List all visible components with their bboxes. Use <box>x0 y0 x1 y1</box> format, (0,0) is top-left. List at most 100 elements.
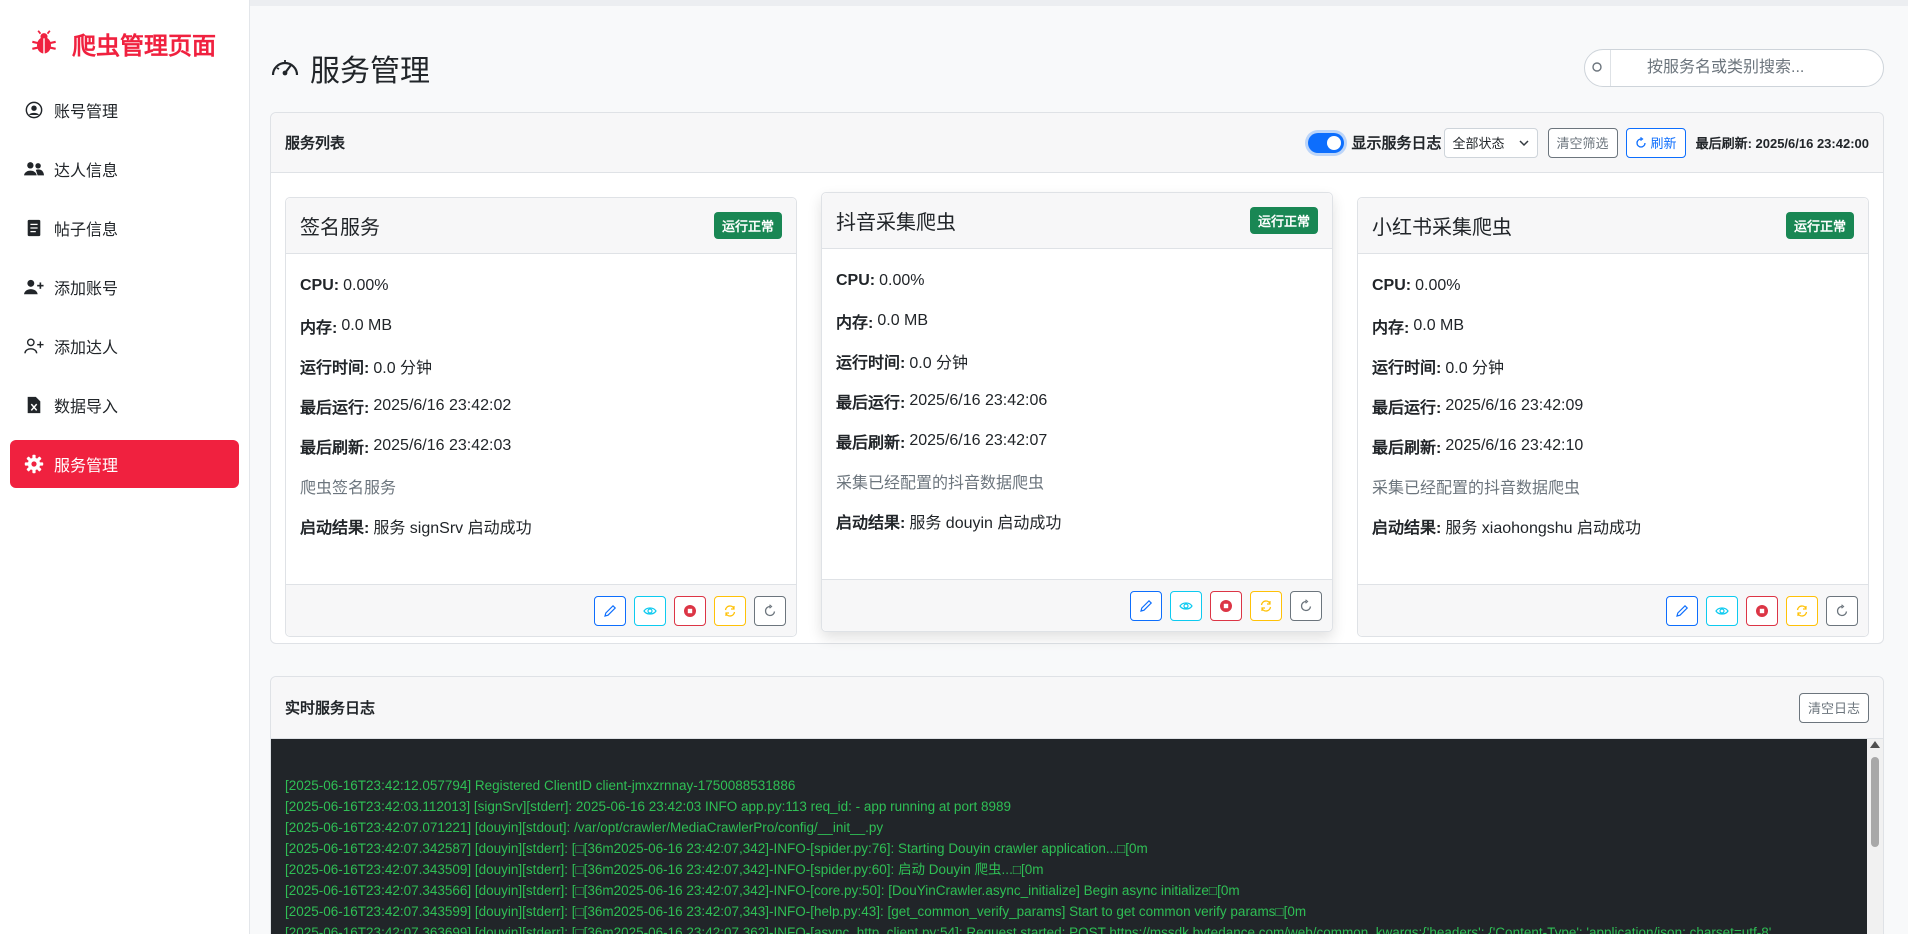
last-refresh-label: 最后刷新: <box>836 435 906 452</box>
view-button[interactable] <box>1706 595 1738 626</box>
last-run-label: 最后运行: <box>836 395 906 412</box>
last-run-value: 2025/6/16 23:42:09 <box>1445 397 1584 414</box>
stop-button[interactable] <box>674 595 706 626</box>
memory-label: 内存: <box>300 320 338 337</box>
reload-button[interactable] <box>754 595 786 626</box>
sidebar-item-label: 数据导入 <box>54 399 119 416</box>
sidebar-item-influencers[interactable]: 达人信息 <box>10 145 239 193</box>
view-button[interactable] <box>1170 590 1202 621</box>
uptime-value: 0.0 分钟 <box>373 360 433 377</box>
sidebar-item-label: 服务管理 <box>54 458 119 475</box>
pencil-icon <box>604 604 617 617</box>
sidebar-item-posts[interactable]: 帖子信息 <box>10 204 239 252</box>
bug-icon <box>32 30 56 54</box>
pencil-icon <box>1676 604 1689 617</box>
last-run-value: 2025/6/16 23:42:02 <box>373 397 512 414</box>
last-run-row: 最后运行: 2025/6/16 23:42:06 <box>836 381 1318 421</box>
start-result-row: 启动结果: 服务 douyin 启动成功 <box>836 501 1318 541</box>
service-name: 签名服务 <box>300 217 380 239</box>
restart-button[interactable] <box>1250 590 1282 621</box>
start-result-value: 服务 douyin 启动成功 <box>909 515 1062 532</box>
status-filter-value: 全部状态 <box>1452 136 1505 151</box>
stop-button[interactable] <box>1746 595 1778 626</box>
status-badge: 运行正常 <box>1249 207 1318 234</box>
reload-icon <box>764 603 776 616</box>
show-logs-label: 显示服务日志 <box>1351 135 1442 152</box>
last-refresh-label: 最后刷新: <box>300 440 370 457</box>
memory-value: 0.0 MB <box>341 317 393 334</box>
logs-panel-header: 实时服务日志 清空日志 <box>271 677 1883 739</box>
sidebar-item-label: 达人信息 <box>54 163 119 180</box>
uptime-row: 运行时间: 0.0 分钟 <box>1372 346 1854 386</box>
reload-button[interactable] <box>1826 595 1858 626</box>
log-scrollbar[interactable] <box>1867 739 1883 934</box>
search-input[interactable] <box>1611 50 1883 86</box>
last-run-row: 最后运行: 2025/6/16 23:42:09 <box>1372 386 1854 426</box>
sidebar-item-accounts[interactable]: 账号管理 <box>10 86 239 134</box>
search-box <box>1584 49 1884 87</box>
log-output[interactable]: [2025-06-16T23:42:12.057794] Registered … <box>271 739 1883 934</box>
stop-button[interactable] <box>1210 590 1242 621</box>
service-card-actions <box>1358 584 1868 636</box>
edit-button[interactable] <box>1666 595 1698 626</box>
service-card-header: 抖音采集爬虫 运行正常 <box>822 193 1332 249</box>
cpu-row: CPU: 0.00% <box>300 266 782 306</box>
service-card-body: CPU: 0.00% 内存: 0.0 MB 运行时间: 0.0 分钟 最后运行: 202… <box>822 249 1332 541</box>
last-refresh-row: 最后刷新: 2025/6/16 23:42:03 <box>300 426 782 466</box>
scrollbar-thumb[interactable] <box>1871 757 1879 847</box>
service-card-actions <box>822 579 1332 631</box>
sidebar-item-add-account[interactable]: 添加账号 <box>10 263 239 311</box>
uptime-label: 运行时间: <box>1372 360 1442 377</box>
log-line: [2025-06-16T23:42:07.343599] [douyin][st… <box>285 904 1307 919</box>
edit-button[interactable] <box>594 595 626 626</box>
memory-row: 内存: 0.0 MB <box>1372 306 1854 346</box>
status-badge: 运行正常 <box>713 212 782 239</box>
uptime-row: 运行时间: 0.0 分钟 <box>836 341 1318 381</box>
service-card-body: CPU: 0.00% 内存: 0.0 MB 运行时间: 0.0 分钟 最后运行: 202… <box>286 254 796 546</box>
stop-circle-icon <box>1756 604 1768 617</box>
edit-button[interactable] <box>1130 590 1162 621</box>
restart-button[interactable] <box>1786 595 1818 626</box>
service-name: 抖音采集爬虫 <box>836 212 956 234</box>
main-content: 服务管理 服务列表 显示服务日志 全部状态 清空筛选 刷新 <box>250 0 1908 934</box>
sidebar-item-label: 帖子信息 <box>54 222 119 239</box>
clear-logs-button[interactable]: 清空日志 <box>1798 692 1869 723</box>
reload-button[interactable] <box>1290 590 1322 621</box>
uptime-value: 0.0 分钟 <box>909 355 969 372</box>
log-line: [2025-06-16T23:42:07.071221] [douyin][st… <box>285 820 884 835</box>
service-name: 小红书采集爬虫 <box>1372 217 1512 239</box>
last-run-value: 2025/6/16 23:42:06 <box>909 392 1048 409</box>
logs-panel-title: 实时服务日志 <box>285 700 376 717</box>
last-run-label: 最后运行: <box>1372 400 1442 417</box>
refresh-button[interactable]: 刷新 <box>1625 127 1686 158</box>
search-icon <box>1585 50 1611 86</box>
brand-title: 爬虫管理页面 <box>72 32 216 60</box>
service-card-xiaohongshu: 小红书采集爬虫 运行正常 CPU: 0.00% 内存: 0.0 MB 运行时间: 0.… <box>1357 197 1869 637</box>
start-result-value: 服务 signSrv 启动成功 <box>373 520 532 537</box>
memory-label: 内存: <box>1372 320 1410 337</box>
status-filter-select[interactable]: 全部状态 <box>1443 127 1538 158</box>
view-button[interactable] <box>634 595 666 626</box>
users-icon <box>24 159 44 179</box>
sidebar-nav: 账号管理 达人信息 帖子信息 添加账号 添加达人 数据导入 服务管理 <box>0 86 249 488</box>
cpu-label: CPU: <box>1372 277 1412 294</box>
sidebar-item-service-management[interactable]: 服务管理 <box>10 440 239 488</box>
service-card-body: CPU: 0.00% 内存: 0.0 MB 运行时间: 0.0 分钟 最后运行: 202… <box>1358 254 1868 546</box>
service-card-header: 小红书采集爬虫 运行正常 <box>1358 198 1868 254</box>
clear-filter-label: 清空筛选 <box>1556 136 1609 151</box>
reload-icon <box>1836 603 1848 616</box>
show-logs-toggle[interactable] <box>1307 132 1344 153</box>
restart-button[interactable] <box>714 595 746 626</box>
sidebar-item-data-import[interactable]: 数据导入 <box>10 381 239 429</box>
scroll-up-arrow-icon[interactable] <box>1870 741 1880 748</box>
eye-icon <box>1715 606 1729 615</box>
cpu-value: 0.00% <box>879 272 925 289</box>
last-run-label: 最后运行: <box>300 400 370 417</box>
sidebar-item-add-influencer[interactable]: 添加达人 <box>10 322 239 370</box>
service-description: 爬虫签名服务 <box>300 480 397 497</box>
log-line: [2025-06-16T23:42:07.343566] [douyin][st… <box>285 883 1240 898</box>
uptime-label: 运行时间: <box>836 355 906 372</box>
clear-filter-button[interactable]: 清空筛选 <box>1547 127 1618 158</box>
brand[interactable]: 爬虫管理页面 <box>0 0 249 86</box>
user-plus-icon <box>24 277 44 297</box>
